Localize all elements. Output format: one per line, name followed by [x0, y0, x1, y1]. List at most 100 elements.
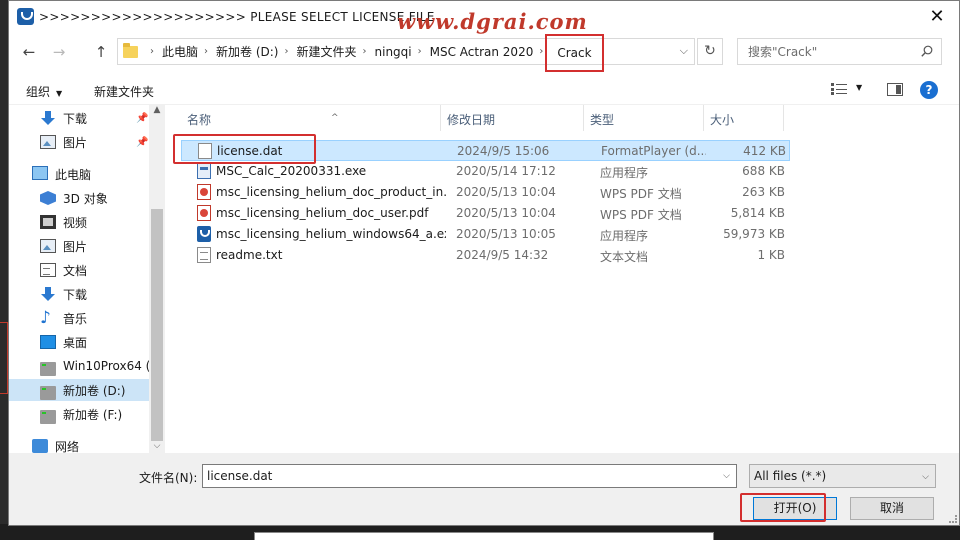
breadcrumb-ningqi[interactable]: ningqi [375, 45, 412, 59]
sidebar-item-pictures[interactable]: 图片 [9, 235, 149, 257]
sidebar-item-desktop[interactable]: 桌面 [9, 331, 149, 353]
app-icon [17, 8, 34, 25]
search-icon [921, 45, 933, 57]
pdf-file-icon [197, 184, 211, 200]
organize-menu[interactable]: 组织 ▼ [26, 83, 62, 100]
breadcrumb-new-folder[interactable]: 新建文件夹 [296, 43, 356, 60]
background-bottom [0, 524, 960, 540]
file-type: FormatPlayer (d... [601, 144, 706, 158]
sidebar-scrollbar[interactable]: ▲ ⌵ [149, 105, 165, 453]
file-name: MSC_Calc_20200331.exe [216, 164, 367, 178]
sidebar-item-downloads-pinned[interactable]: 下载 [9, 107, 149, 129]
caret-down-icon: ▼ [56, 89, 63, 98]
file-row[interactable]: msc_licensing_helium_doc_product_in... 2… [181, 182, 790, 203]
window-title: >>>>>>>>>>>>>>>>>>>> PLEASE SELECT LICEN… [39, 10, 435, 24]
file-date: 2024/9/5 15:06 [457, 144, 550, 158]
file-size: 263 KB [742, 185, 785, 199]
address-bar[interactable]: › 此电脑 › 新加卷 (D:) › 新建文件夹 › ningqi › MSC … [117, 33, 695, 72]
chevron-right-icon: › [417, 46, 422, 57]
new-folder-button[interactable]: 新建文件夹 [94, 83, 154, 100]
back-button[interactable]: ← [19, 42, 39, 62]
column-header-date[interactable]: 修改日期 [441, 105, 584, 131]
search-input[interactable]: 搜索"Crack" [737, 38, 942, 65]
preview-pane-icon[interactable] [887, 83, 903, 96]
filename-label: 文件名(N): [139, 471, 198, 485]
up-button[interactable]: ↑ [91, 42, 111, 62]
background-highlight-mark [0, 322, 8, 394]
file-name: msc_licensing_helium_doc_user.pdf [216, 206, 429, 220]
license-file-highlight [173, 134, 316, 164]
help-icon[interactable]: ? [920, 81, 938, 99]
file-type: WPS PDF 文档 [600, 208, 682, 222]
chevron-right-icon: › [204, 46, 209, 57]
column-header-type[interactable]: 类型 [584, 105, 704, 131]
file-open-dialog: >>>>>>>>>>>>>>>>>>>> PLEASE SELECT LICEN… [8, 0, 960, 526]
sidebar-item-3d-objects[interactable]: 3D 对象 [9, 187, 149, 209]
resize-grip[interactable] [949, 515, 957, 523]
3d-objects-icon [40, 191, 56, 205]
breadcrumb-crack[interactable]: Crack [545, 33, 604, 72]
sidebar-item-drive-c[interactable]: Win10Prox64 (C [9, 355, 159, 377]
cancel-button[interactable]: 取消 [850, 497, 934, 520]
file-type: 应用程序 [600, 229, 649, 243]
drive-icon [40, 386, 56, 400]
file-date: 2024/9/5 14:32 [456, 248, 549, 262]
download-icon [40, 111, 56, 125]
forward-button[interactable]: → [49, 42, 69, 62]
column-header-size[interactable]: 大小 [704, 105, 784, 131]
filename-input[interactable]: license.dat ⌵ [202, 464, 737, 488]
watermark: www.dgrai.com [397, 9, 588, 34]
helium-installer-icon [197, 226, 211, 242]
breadcrumb-this-pc[interactable]: 此电脑 [162, 43, 198, 60]
file-size: 59,973 KB [723, 227, 785, 241]
file-row[interactable]: msc_licensing_helium_windows64_a.exe 202… [181, 224, 790, 245]
drive-icon [40, 410, 56, 424]
sort-up-icon: ^ [331, 113, 339, 123]
exe-file-icon [197, 163, 211, 179]
view-options-icon[interactable] [831, 83, 847, 95]
video-icon [40, 215, 56, 229]
column-header-name[interactable]: 名称 ^ [181, 105, 441, 131]
title-bar: >>>>>>>>>>>>>>>>>>>> PLEASE SELECT LICEN… [9, 1, 959, 34]
file-row[interactable]: readme.txt 2024/9/5 14:32 文本文档 1 KB [181, 245, 790, 266]
pin-icon: 📌 [136, 137, 149, 148]
close-button[interactable]: ✕ [921, 3, 953, 31]
sidebar-item-videos[interactable]: 视频 [9, 211, 149, 233]
file-row[interactable]: msc_licensing_helium_doc_user.pdf 2020/5… [181, 203, 790, 224]
scroll-up-icon[interactable]: ▲ [149, 105, 165, 115]
scrollbar-thumb[interactable] [151, 209, 163, 441]
sidebar-item-documents[interactable]: 文档 [9, 259, 149, 281]
pin-icon: 📌 [136, 113, 149, 124]
network-icon [32, 439, 48, 453]
caret-down-icon[interactable]: ▼ [856, 83, 862, 92]
sidebar-item-music[interactable]: 音乐 [9, 307, 149, 329]
pictures-icon [40, 239, 56, 253]
file-type: WPS PDF 文档 [600, 187, 682, 201]
documents-icon [40, 263, 56, 277]
file-row[interactable]: MSC_Calc_20200331.exe 2020/5/14 17:12 应用… [181, 161, 790, 182]
chevron-right-icon: › [150, 46, 154, 57]
sidebar-item-drive-d[interactable]: 新加卷 (D:) [9, 379, 149, 401]
chevron-down-icon[interactable]: ⌵ [680, 44, 688, 58]
breadcrumb-msc-actran[interactable]: MSC Actran 2020 [430, 45, 534, 59]
sidebar-item-pictures-pinned[interactable]: 图片 [9, 131, 149, 153]
desktop-icon [40, 335, 56, 349]
refresh-button[interactable]: ↻ [697, 38, 723, 65]
chevron-down-icon[interactable]: ⌵ [723, 465, 730, 487]
filetype-select[interactable]: All files (*.*) ⌵ [749, 464, 936, 488]
breadcrumb-drive-d[interactable]: 新加卷 (D:) [216, 43, 278, 60]
folder-icon [123, 42, 138, 58]
file-type: 应用程序 [600, 166, 649, 180]
sidebar-item-drive-f[interactable]: 新加卷 (F:) [9, 403, 149, 425]
sidebar-item-this-pc[interactable]: 此电脑 [9, 163, 149, 185]
file-name: msc_licensing_helium_windows64_a.exe [216, 227, 446, 241]
scroll-down-icon[interactable]: ⌵ [149, 441, 165, 451]
sidebar-item-downloads[interactable]: 下载 [9, 283, 149, 305]
file-date: 2020/5/13 10:04 [456, 185, 556, 199]
music-icon [40, 308, 56, 328]
file-type: 文本文档 [600, 250, 649, 264]
chevron-right-icon: › [284, 46, 289, 57]
file-size: 1 KB [757, 248, 785, 262]
file-date: 2020/5/14 17:12 [456, 164, 556, 178]
navigation-bar: ← → ↑ › 此电脑 › 新加卷 (D:) › 新建文件夹 › ningqi … [9, 33, 959, 72]
